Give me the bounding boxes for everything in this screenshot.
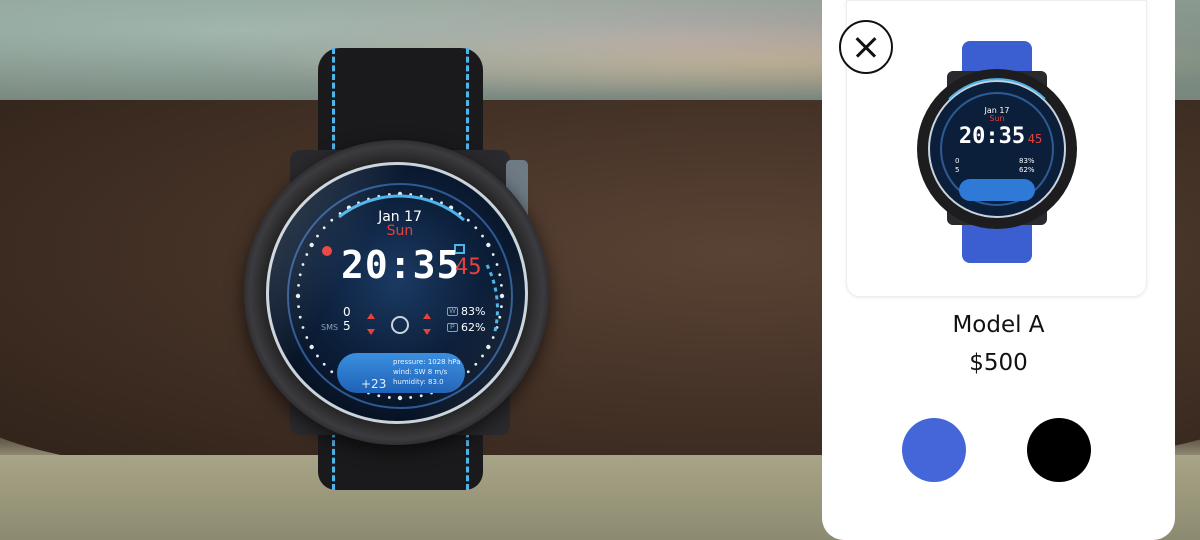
product-panel: Jan 17 Sun 20:35 45 0 5 83% 62% Model A … [822, 0, 1175, 540]
watch-time: 20:35 [341, 243, 461, 287]
svg-text:83%: 83% [1019, 157, 1035, 165]
svg-text:0: 0 [955, 157, 959, 165]
watch-seconds: 45 [455, 255, 482, 280]
svg-text:45: 45 [1028, 132, 1042, 146]
svg-text:20:35: 20:35 [959, 124, 1025, 149]
watch-wind: wind: SW 8 m/s [393, 368, 448, 376]
watch-dial: Jan 17 Sun 20:35 45 0 SMS 5 W 83% P 62% … [266, 162, 528, 424]
watch-humidity: humidity: 83.0 [393, 378, 444, 386]
watch-day: Sun [386, 223, 414, 239]
watch-w-percent: 83% [461, 305, 486, 318]
svg-text:5: 5 [955, 166, 959, 174]
product-watch-image: Jan 17 Sun 20:35 45 0 5 83% 62% [917, 41, 1077, 263]
product-price: $500 [969, 350, 1028, 376]
close-button[interactable] [839, 20, 893, 74]
color-swatch-blue[interactable] [902, 418, 966, 482]
watch-ar-render: Jan 17 Sun 20:35 45 0 SMS 5 W 83% P 62% … [240, 40, 560, 490]
watch-w-label: W [447, 307, 458, 316]
svg-text:Sun: Sun [989, 114, 1004, 123]
color-swatch-black[interactable] [1027, 418, 1091, 482]
watch-p-percent: 62% [461, 321, 486, 334]
svg-text:62%: 62% [1019, 166, 1035, 174]
watch-pressure: pressure: 1028 hPa [393, 358, 461, 366]
watch-sms-count: 5 [343, 319, 351, 333]
product-model-name: Model A [952, 312, 1045, 338]
watch-sms-label: SMS [321, 323, 339, 332]
watch-calls-count: 0 [343, 305, 351, 319]
watch-temperature: +23 [361, 377, 387, 391]
watch-p-label: P [447, 323, 458, 332]
